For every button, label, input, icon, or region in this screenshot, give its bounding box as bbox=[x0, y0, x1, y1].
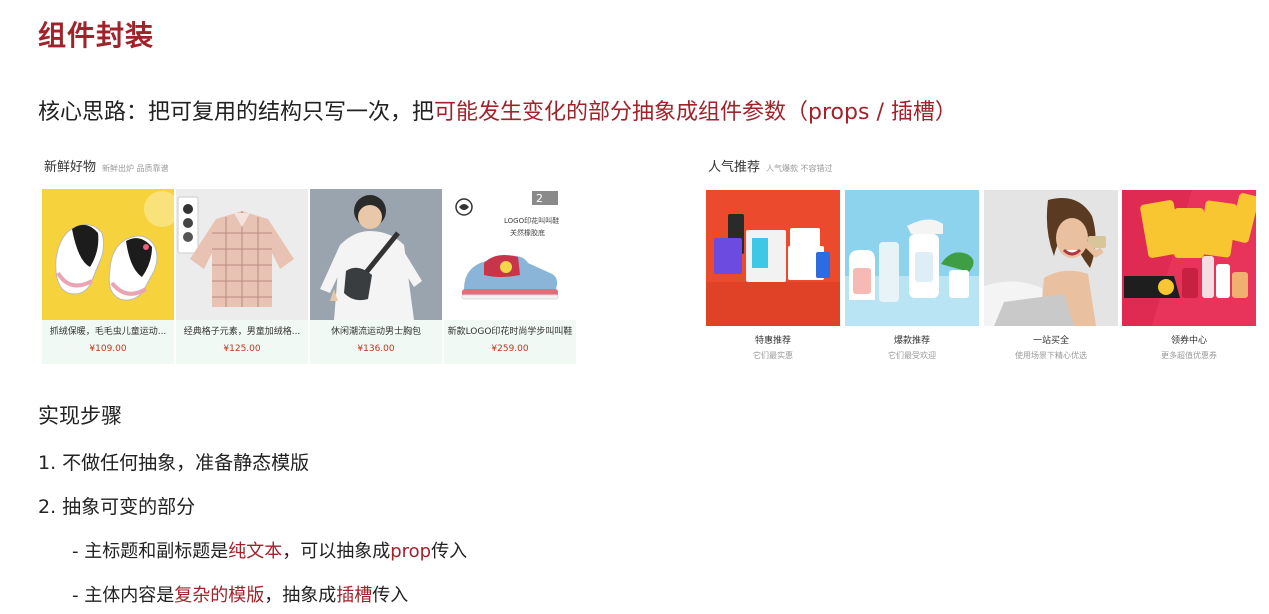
goods-price: ¥109.00 bbox=[89, 344, 127, 354]
popular-item[interactable]: 一站买全 使用场景下精心优选 bbox=[984, 190, 1118, 365]
goods-item[interactable]: 抓绒保暖，毛毛虫儿童运动... ¥109.00 bbox=[42, 189, 174, 364]
popular-desc: 它们最受欢迎 bbox=[888, 351, 936, 360]
popular-desc: 更多超值优惠券 bbox=[1161, 351, 1217, 360]
popular-desc: 使用场景下精心优选 bbox=[1015, 351, 1087, 360]
sub-step-highlight: 纯文本 bbox=[228, 541, 283, 562]
steps-title: 实现步骤 bbox=[38, 404, 122, 428]
goods-image: 2 LOGO印花叫叫鞋 关然橡胶底 bbox=[444, 189, 576, 320]
popular-list: 特惠推荐 它们最实惠 爆款推荐 它们最受欢迎 一站买全 使用场景下精心优选 领券… bbox=[706, 190, 1256, 365]
goods-item[interactable]: 经典格子元素，男童加绒格... ¥125.00 bbox=[176, 189, 308, 364]
fresh-goods-header: 新鲜好物 新鲜出炉 品质靠谱 bbox=[44, 156, 169, 175]
core-idea-prefix: 核心思路：把可复用的结构只写一次，把 bbox=[38, 100, 435, 125]
popular-item[interactable]: 特惠推荐 它们最实惠 bbox=[706, 190, 840, 365]
popular-image bbox=[1122, 190, 1256, 326]
shoe-caption: 关然橡胶底 bbox=[510, 228, 545, 237]
popular-desc: 它们最实惠 bbox=[753, 351, 793, 360]
sub-step-props: - 主标题和副标题是纯文本，可以抽象成prop传入 bbox=[72, 537, 467, 563]
sub-step-text: - 主体内容是 bbox=[72, 585, 175, 606]
popular-name: 一站买全 bbox=[1032, 336, 1069, 346]
core-idea: 核心思路：把可复用的结构只写一次，把可能发生变化的部分抽象成组件参数（props… bbox=[38, 94, 957, 126]
core-idea-highlight: 可能发生变化的部分抽象成组件参数 bbox=[434, 100, 787, 125]
popular-name: 特惠推荐 bbox=[754, 336, 791, 346]
popular-header: 人气推荐 人气爆款 不容错过 bbox=[708, 156, 833, 175]
goods-image bbox=[42, 189, 174, 320]
popular-title: 人气推荐 bbox=[708, 160, 761, 175]
popular-image bbox=[984, 190, 1118, 326]
goods-list: 抓绒保暖，毛毛虫儿童运动... ¥109.00 经典格子元素，男童加绒格... … bbox=[40, 189, 576, 364]
goods-image bbox=[176, 189, 308, 320]
fresh-goods-panel: 新鲜好物 新鲜出炉 品质靠谱 抓绒保暖，毛毛虫儿童运动... ¥109.00 经… bbox=[40, 152, 576, 367]
fresh-goods-subtitle: 新鲜出炉 品质靠谱 bbox=[102, 164, 169, 173]
shoe-tag: 2 bbox=[536, 192, 543, 205]
sub-step-highlight: 插槽 bbox=[336, 585, 373, 606]
popular-name: 领券中心 bbox=[1170, 336, 1207, 346]
goods-price: ¥259.00 bbox=[491, 344, 529, 354]
goods-item[interactable]: 休闲潮流运动男士胸包 ¥136.00 bbox=[310, 189, 442, 364]
popular-item[interactable]: 领券中心 更多超值优惠券 bbox=[1122, 190, 1256, 365]
sub-step-text: 传入 bbox=[372, 585, 409, 606]
step-1: 1. 不做任何抽象，准备静态模版 bbox=[38, 452, 310, 474]
sub-step-slot: - 主体内容是复杂的模版，抽象成插槽传入 bbox=[72, 581, 408, 607]
goods-price: ¥136.00 bbox=[357, 344, 395, 354]
goods-name: 抓绒保暖，毛毛虫儿童运动... bbox=[49, 327, 167, 337]
sub-step-highlight: prop bbox=[390, 541, 432, 562]
goods-name: 休闲潮流运动男士胸包 bbox=[330, 327, 421, 337]
goods-price: ¥125.00 bbox=[223, 344, 261, 354]
popular-item[interactable]: 爆款推荐 它们最受欢迎 bbox=[845, 190, 979, 365]
popular-subtitle: 人气爆款 不容错过 bbox=[766, 164, 833, 173]
popular-panel: 人气推荐 人气爆款 不容错过 特惠推荐 它们最实惠 爆款推荐 它们最受欢迎 一站… bbox=[706, 152, 1256, 367]
popular-image bbox=[845, 190, 979, 326]
step-2: 2. 抽象可变的部分 bbox=[38, 496, 196, 518]
sub-step-text: 传入 bbox=[431, 541, 468, 562]
sub-step-text: - 主标题和副标题是 bbox=[72, 541, 229, 562]
core-idea-suffix: （props / 插槽） bbox=[786, 100, 957, 125]
goods-image bbox=[310, 189, 442, 320]
fresh-goods-title: 新鲜好物 bbox=[44, 160, 97, 175]
goods-name: 新款LOGO印花时尚学步叫叫鞋 bbox=[447, 327, 573, 337]
sub-step-highlight: 复杂的模版 bbox=[174, 585, 265, 606]
page-title: 组件封装 bbox=[38, 19, 155, 52]
popular-image bbox=[706, 190, 840, 326]
sub-step-text: ，抽象成 bbox=[264, 585, 337, 606]
sub-step-text: ，可以抽象成 bbox=[282, 541, 391, 562]
goods-item[interactable]: 2 LOGO印花叫叫鞋 关然橡胶底 新款LOGO印花时尚学步叫叫鞋 ¥259.0… bbox=[444, 189, 576, 364]
goods-name: 经典格子元素，男童加绒格... bbox=[183, 327, 301, 337]
popular-name: 爆款推荐 bbox=[893, 336, 930, 346]
shoe-caption: LOGO印花叫叫鞋 bbox=[504, 216, 559, 225]
